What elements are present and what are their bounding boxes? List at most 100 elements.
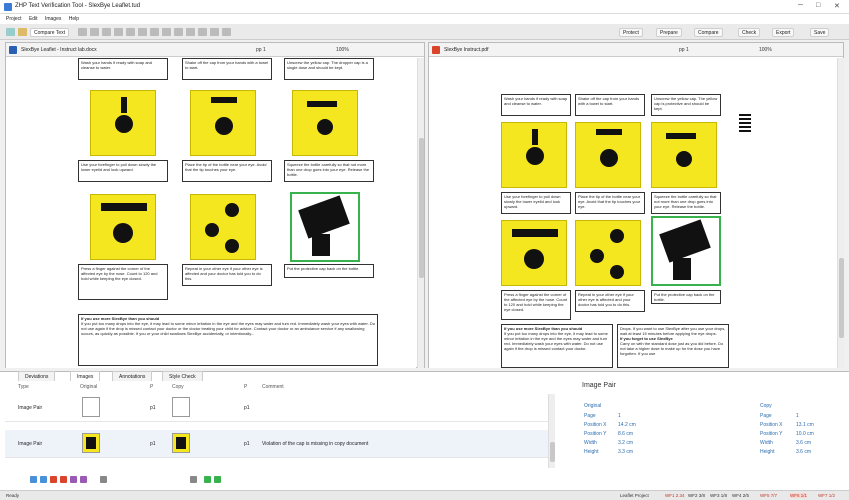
zoom-level[interactable]: 100% [336, 47, 349, 53]
filter-icon[interactable] [50, 476, 57, 483]
tool-icon[interactable] [198, 28, 207, 36]
col-original[interactable]: Original [80, 384, 97, 390]
tool-icon[interactable] [102, 28, 111, 36]
status-bar: Ready Leaflet Project WF1 2.34 WF2 3/8 W… [0, 490, 849, 500]
menu-edit[interactable]: Edit [29, 16, 38, 22]
tab-images[interactable]: Images [70, 371, 101, 381]
filter-icon[interactable] [30, 476, 37, 483]
tool-icon[interactable] [174, 28, 183, 36]
compare-text-button[interactable]: Compare Text [30, 28, 70, 37]
original-document-view[interactable]: Wash your hands if ready with soap and c… [6, 58, 416, 368]
step-text: Put the protective cap back on the bottl… [284, 264, 374, 278]
app-icon [4, 3, 12, 11]
filter-icon[interactable] [204, 476, 211, 483]
protect-button[interactable]: Protect [619, 28, 643, 37]
step-text: Use your forefinger to pull down slowly … [501, 192, 571, 214]
row-type: Image Pair [18, 441, 43, 447]
col-type[interactable]: Type [18, 384, 29, 390]
open-icon[interactable] [18, 28, 27, 36]
original-thumbnail [82, 397, 100, 417]
step-text: Place the tip of the bottle near your ey… [575, 192, 645, 214]
tab-deviations[interactable]: Deviations [18, 371, 56, 381]
status-item: WF5 7/7 [760, 493, 778, 498]
col-p[interactable]: P [244, 384, 247, 390]
prepare-button[interactable]: Prepare [656, 28, 682, 37]
filter-icon[interactable] [80, 476, 87, 483]
pane-header: SlexBye Instruct.pdf pp 1 100% [429, 43, 843, 57]
tool-icon[interactable] [78, 28, 87, 36]
pdf-file-icon [432, 46, 440, 54]
tool-icon[interactable] [210, 28, 219, 36]
step-text: Shake off the cap from your hands with a… [182, 58, 272, 80]
filter-icon[interactable] [214, 476, 221, 483]
new-icon[interactable] [6, 28, 15, 36]
status-item: WF2 3/8 [688, 493, 706, 498]
filter-icon[interactable] [70, 476, 77, 483]
col-comment[interactable]: Comment [262, 384, 284, 390]
close-icon[interactable]: ✕ [834, 2, 840, 10]
col-p[interactable]: P [150, 384, 153, 390]
compare-button[interactable]: Compare [694, 28, 723, 37]
tab-annotations[interactable]: Annotations [112, 371, 153, 381]
title-bar: ZHP Text Verification Tool - SlexBye Lea… [0, 0, 849, 14]
page-nav[interactable]: pp 1 [256, 47, 266, 53]
tool-icon[interactable] [186, 28, 195, 36]
table-row-selected[interactable]: Image Pair p1 p1 Violation of the cap is… [5, 430, 552, 458]
status-item: WF1 2.34 [665, 493, 685, 498]
save-button[interactable]: Save [810, 28, 830, 37]
field-label: Position Y [760, 431, 783, 437]
vertical-scrollbar[interactable] [837, 58, 844, 368]
status-item: WF3 1/8 [710, 493, 728, 498]
field-label: Page [760, 413, 772, 419]
menu-images[interactable]: Images [45, 16, 61, 22]
original-file-name: SlexBye Leaflet - Instruct lab.docx [21, 47, 97, 53]
field-label: Height [760, 449, 775, 455]
field-label: Position Y [584, 431, 607, 437]
field-label: Width [760, 440, 773, 446]
step-text: Put the protective cap back on the bottl… [651, 290, 721, 304]
menu-project[interactable]: Project [6, 16, 22, 22]
zoom-level[interactable]: 100% [759, 47, 772, 53]
tool-icon[interactable] [150, 28, 159, 36]
col-copy[interactable]: Copy [172, 384, 184, 390]
step-text: Place the tip of the bottle near your ey… [182, 160, 272, 182]
field-value: 3.6 cm [796, 440, 812, 446]
tool-icon[interactable] [90, 28, 99, 36]
page-nav[interactable]: pp 1 [679, 47, 689, 53]
original-thumbnail [82, 433, 100, 453]
check-button[interactable]: Check [738, 28, 761, 37]
status-item: WF7 1/2 [818, 493, 836, 498]
maximize-icon[interactable]: □ [816, 2, 820, 9]
tab-style-check[interactable]: Style Check [162, 371, 203, 381]
tool-icon[interactable] [162, 28, 171, 36]
step-text: Use your forefinger to pull down slowly … [78, 160, 168, 182]
filter-icon[interactable] [190, 476, 197, 483]
filter-icon[interactable] [60, 476, 67, 483]
menu-help[interactable]: Help [69, 16, 79, 22]
barcode [739, 114, 751, 132]
vertical-scrollbar[interactable] [417, 58, 424, 368]
highlighted-image-match[interactable] [651, 216, 721, 286]
highlighted-image-match[interactable] [290, 192, 360, 262]
export-button[interactable]: Export [772, 28, 795, 37]
tool-icon[interactable] [126, 28, 135, 36]
minimize-icon[interactable]: ─ [798, 2, 803, 9]
original-heading: Original [584, 403, 602, 409]
forget-intro: Drops. If you want to use SlexBye after … [620, 326, 726, 336]
copy-heading: Copy [760, 403, 772, 409]
tool-icon[interactable] [138, 28, 147, 36]
step-illustration [575, 122, 641, 188]
field-value: 10.0 cm [796, 431, 814, 437]
tool-icon[interactable] [222, 28, 231, 36]
field-value: 3.3 cm [618, 449, 634, 455]
step-text: Press a finger against the corner of the… [78, 264, 168, 300]
field-value: 1 [618, 413, 621, 419]
filter-icon[interactable] [40, 476, 47, 483]
copy-file-name: SlexBye Instruct.pdf [444, 47, 489, 53]
table-scrollbar[interactable] [548, 394, 555, 468]
tool-icon[interactable] [114, 28, 123, 36]
copy-document-view[interactable]: Wash your hands if ready with soap and c… [429, 58, 837, 368]
step-illustration [292, 90, 358, 156]
table-row[interactable]: Image Pair p1 p1 [5, 394, 552, 422]
filter-icon[interactable] [100, 476, 107, 483]
